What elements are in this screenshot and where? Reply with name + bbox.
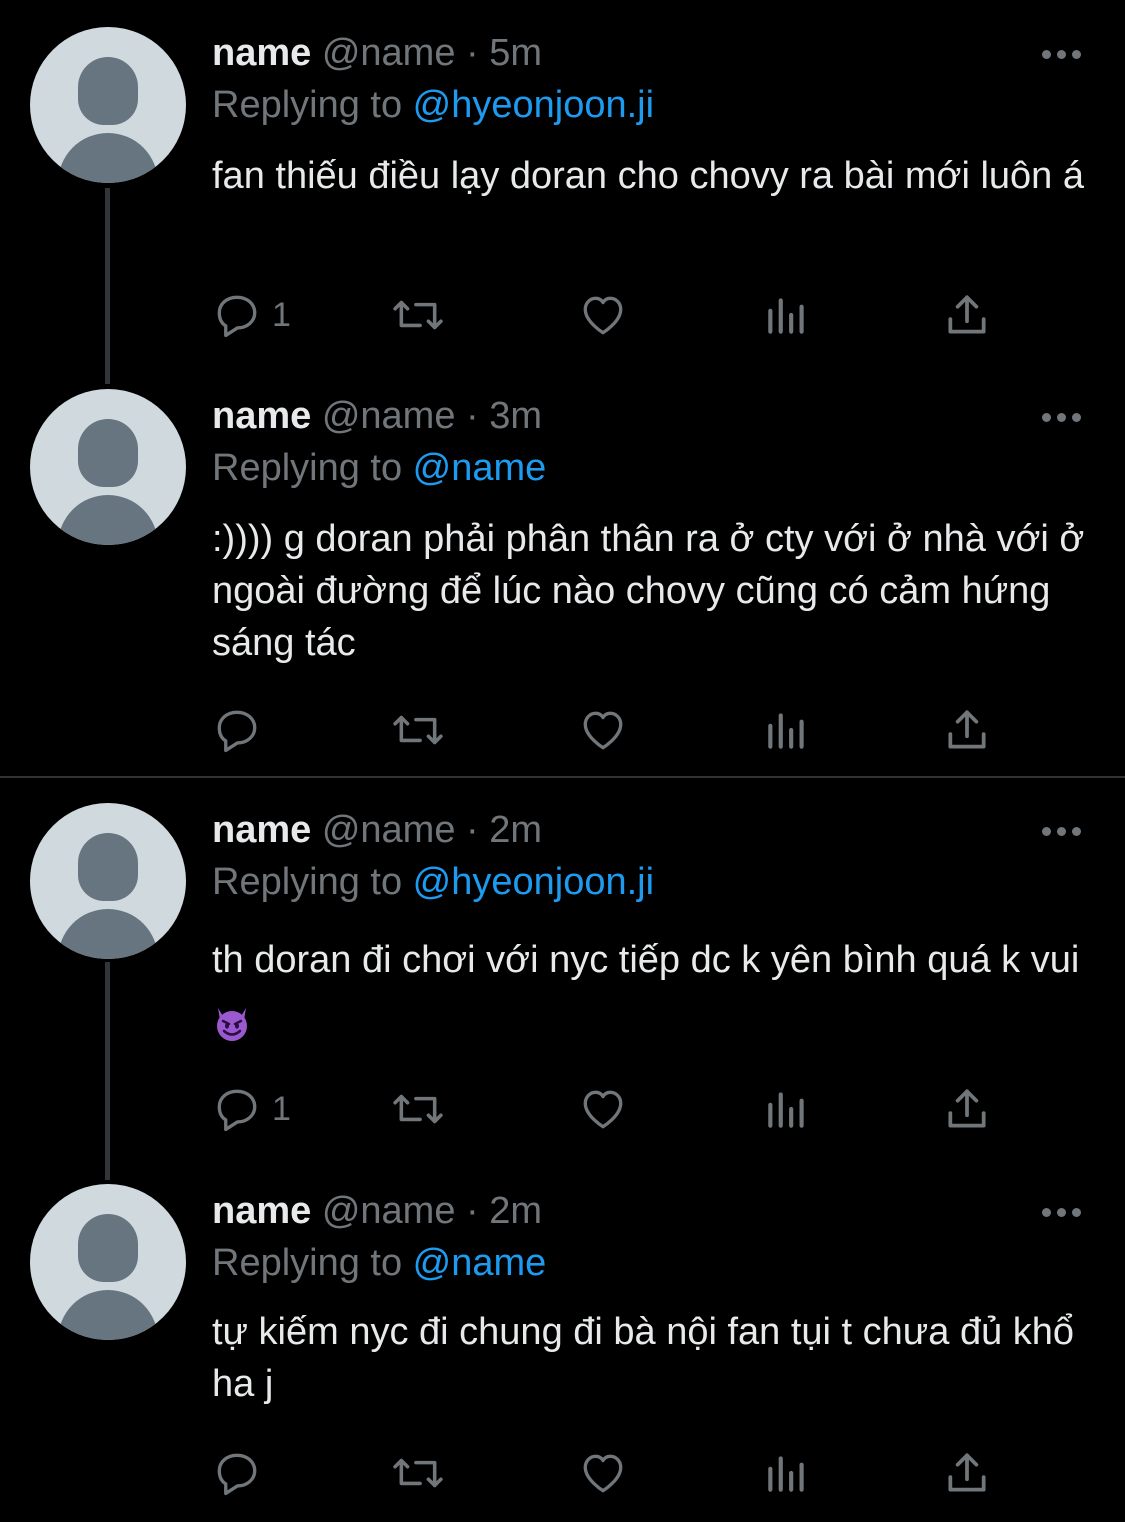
speech-bubble-icon [217,1089,257,1132]
mention-link[interactable]: @hyeonjoon.ji [413,861,654,903]
display-name[interactable]: name [212,1190,311,1232]
tweet-text-content: th doran đi chơi với nyc tiếp dc k yên b… [212,939,1080,981]
tweet-text: th doran đi chơi với nyc tiếp dc k yên b… [212,927,1092,1059]
tweet-actions [212,1448,1012,1498]
reply-count: 1 [272,296,291,334]
avatar[interactable] [30,27,186,183]
avatar-head-shape [78,1214,138,1282]
replying-to-label: Replying to [212,1242,413,1284]
share-upload-icon [948,295,986,334]
thread-connector-line [105,962,110,1180]
replying-to-label: Replying to [212,447,413,489]
separator-dot: · [466,1190,479,1232]
smiling-imp-emoji [217,1008,247,1041]
tweet-text: :)))) g doran phải phân thân ra ở cty vớ… [212,518,1085,664]
tweet-actions: 1 [212,1084,1012,1134]
user-handle[interactable]: @name [322,1190,456,1232]
tweet-header: name @name · 2m [212,1188,542,1234]
retweet-icon [393,715,443,745]
tweet-header: name @name · 2m [212,807,542,853]
heart-icon [583,711,623,750]
share-upload-icon [948,710,986,749]
tweet-actions: 1 [212,290,1012,340]
display-name[interactable]: name [212,809,311,851]
retweet-icon [393,1094,443,1124]
avatar-head-shape [78,419,138,487]
thread-connector-line [105,188,110,384]
separator-dot: · [466,395,479,437]
avatar[interactable] [30,1184,186,1340]
separator-dot: · [466,32,479,74]
timestamp[interactable]: 3m [489,395,542,437]
tweet-header: name @name · 3m [212,393,542,439]
more-dots-icon[interactable] [1040,1202,1084,1222]
replying-to-label: Replying to [212,861,413,903]
avatar-shoulders-shape [58,133,158,183]
user-handle[interactable]: @name [322,395,456,437]
timestamp[interactable]: 5m [489,32,542,74]
share-upload-icon [948,1089,986,1128]
tweet-actions [212,705,1012,755]
avatar[interactable] [30,803,186,959]
avatar-shoulders-shape [58,495,158,545]
speech-bubble-icon [217,1453,257,1496]
avatar-shoulders-shape [58,1290,158,1340]
speech-bubble-icon [217,710,257,753]
replying-to-line: Replying to @hyeonjoon.ji [212,82,654,128]
mention-link[interactable]: @name [413,1242,547,1284]
replying-to-line: Replying to @hyeonjoon.ji [212,859,654,905]
retweet-icon [393,1458,443,1488]
reply-count: 1 [272,1090,291,1128]
heart-icon [583,1454,623,1493]
bar-chart-icon [768,713,804,749]
user-handle[interactable]: @name [322,32,456,74]
heart-icon [583,1090,623,1129]
replying-to-line: Replying to @name [212,445,546,491]
heart-icon [583,296,623,335]
more-dots-icon[interactable] [1040,407,1084,427]
share-upload-icon [948,1453,986,1492]
avatar-shoulders-shape [58,909,158,959]
retweet-icon [393,300,443,330]
bar-chart-icon [768,1092,804,1128]
speech-bubble-icon [217,295,257,338]
replying-to-label: Replying to [212,84,413,126]
mention-link[interactable]: @name [413,447,547,489]
bar-chart-icon [768,1456,804,1492]
thread-divider [0,776,1125,778]
bar-chart-icon [768,298,804,334]
more-dots-icon[interactable] [1040,44,1084,64]
more-dots-icon[interactable] [1040,821,1084,841]
avatar-head-shape [78,833,138,901]
avatar[interactable] [30,389,186,545]
tweet-header: name @name · 5m [212,30,542,76]
separator-dot: · [466,809,479,851]
timestamp[interactable]: 2m [489,809,542,851]
tweet-text: fan thiếu điều lạy doran cho chovy ra bà… [212,155,1084,197]
user-handle[interactable]: @name [322,809,456,851]
display-name[interactable]: name [212,395,311,437]
timestamp[interactable]: 2m [489,1190,542,1232]
tweet-text: tự kiếm nyc đi chung đi bà nội fan tụi t… [212,1311,1075,1405]
display-name[interactable]: name [212,32,311,74]
mention-link[interactable]: @hyeonjoon.ji [413,84,654,126]
avatar-head-shape [78,57,138,125]
replying-to-line: Replying to @name [212,1240,546,1286]
